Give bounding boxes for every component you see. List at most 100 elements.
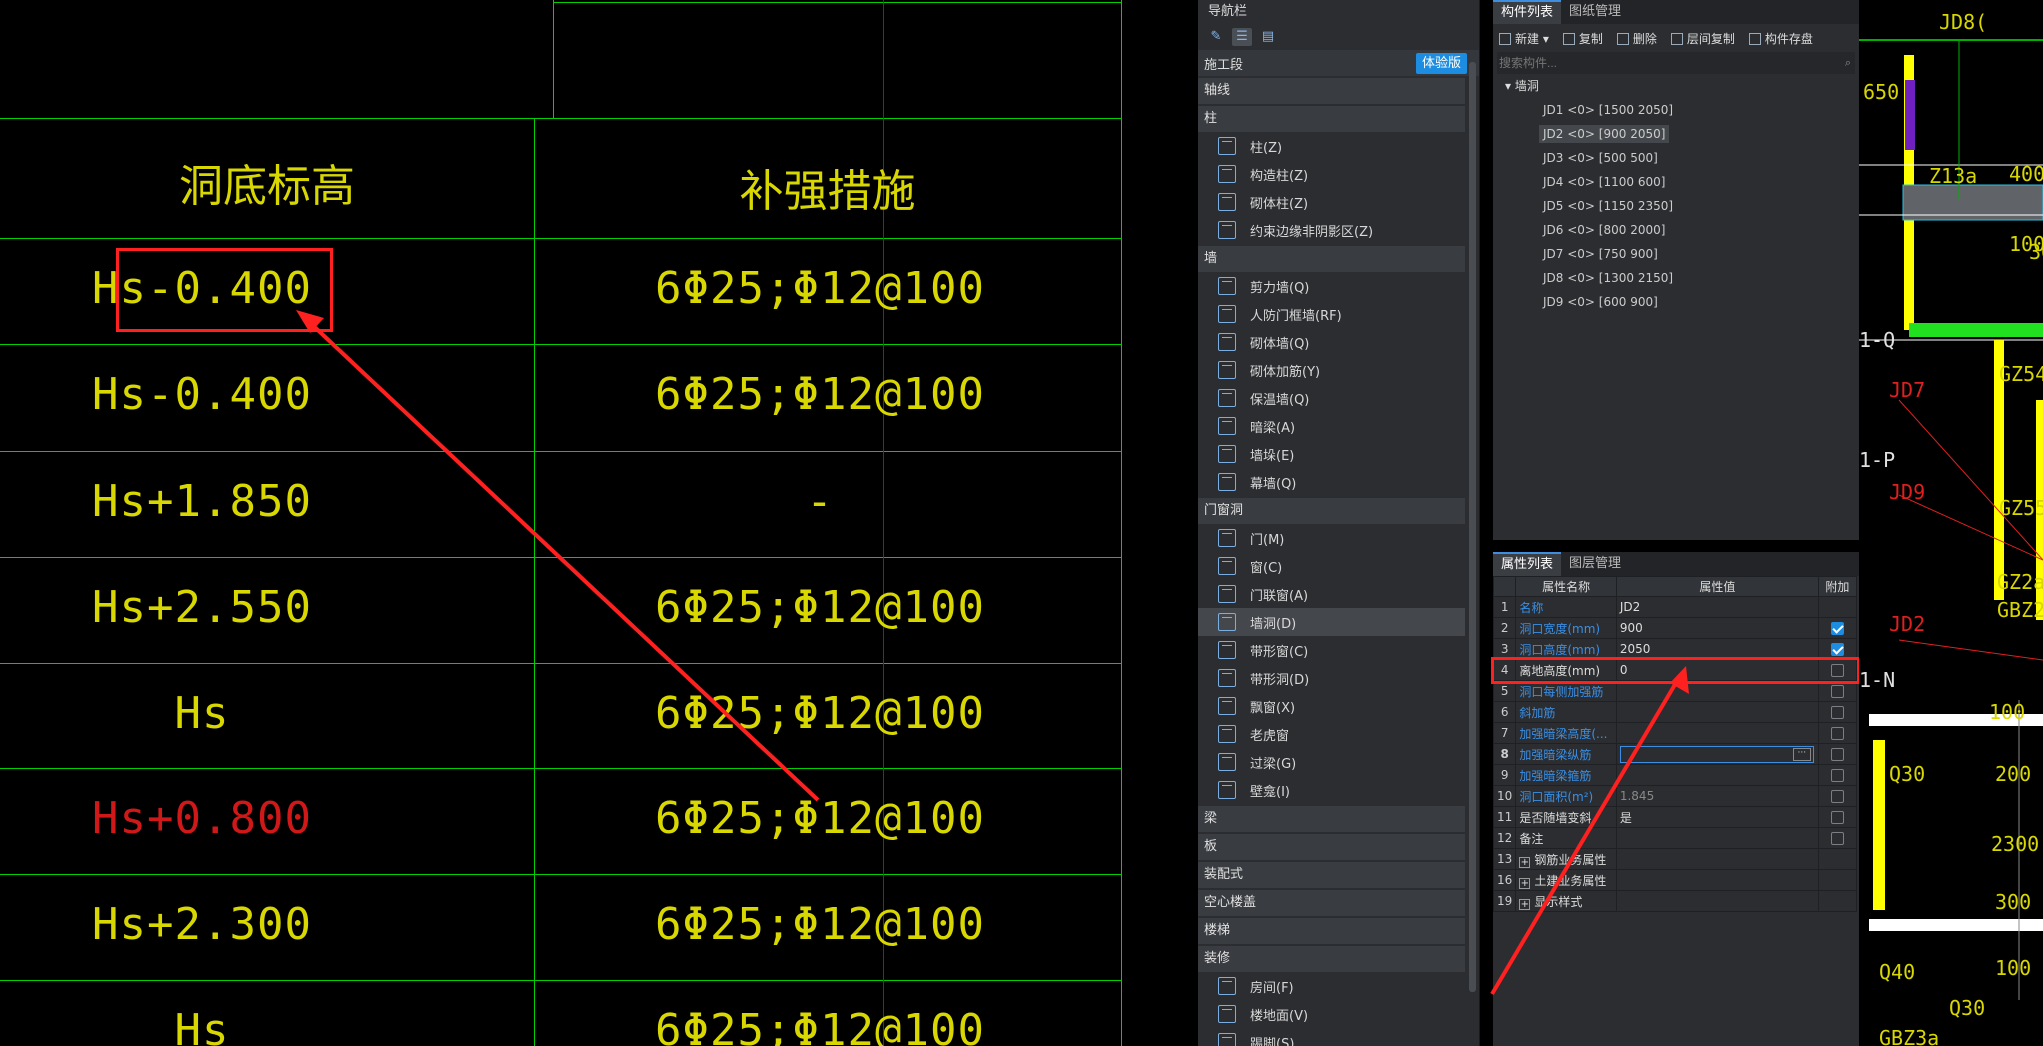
property-row[interactable]: 8 加强暗梁纵筋 ···: [1492, 743, 1858, 765]
component-item[interactable]: JD4 <0> [1100 600]: [1493, 170, 1859, 194]
component-item[interactable]: JD8 <0> [1300 2150]: [1493, 266, 1859, 290]
property-row[interactable]: 19 + 显示样式: [1492, 890, 1858, 912]
nav-item[interactable]: 老虎窗: [1198, 720, 1465, 748]
nav-item[interactable]: 房间(F): [1198, 972, 1465, 1000]
nav-category[interactable]: 板: [1198, 834, 1465, 860]
property-value[interactable]: [1615, 722, 1819, 744]
property-row[interactable]: 9 加强暗梁箍筋: [1492, 764, 1858, 786]
property-value[interactable]: 2050: [1615, 638, 1819, 660]
nav-item[interactable]: 窗(C): [1198, 552, 1465, 580]
nav-category[interactable]: 楼梯: [1198, 918, 1465, 944]
copy-button[interactable]: 复制: [1562, 30, 1603, 47]
nav-item[interactable]: 暗梁(A): [1198, 412, 1465, 440]
property-row[interactable]: 1 名称 JD2: [1492, 596, 1858, 618]
nav-item[interactable]: 幕墙(Q): [1198, 468, 1465, 496]
property-row[interactable]: 12 备注: [1492, 827, 1858, 849]
component-item[interactable]: JD1 <0> [1500 2050]: [1493, 98, 1859, 122]
tab-property-list[interactable]: 属性列表: [1493, 552, 1562, 576]
more-icon[interactable]: ···: [1792, 747, 1811, 761]
nav-item[interactable]: 砌体柱(Z): [1198, 188, 1465, 216]
extra-checkbox[interactable]: [1830, 790, 1844, 803]
detail-view-icon[interactable]: ▤: [1258, 28, 1278, 46]
nav-category[interactable]: 空心楼盖: [1198, 890, 1465, 916]
nav-item[interactable]: 带形窗(C): [1198, 636, 1465, 664]
nav-item[interactable]: 构造柱(Z): [1198, 160, 1465, 188]
nav-category[interactable]: 墙: [1198, 246, 1465, 272]
nav-category[interactable]: 门窗洞: [1198, 498, 1465, 524]
component-item[interactable]: JD2 <0> [900 2050]: [1493, 122, 1859, 146]
property-value[interactable]: [1615, 827, 1819, 849]
property-value[interactable]: [1615, 680, 1819, 702]
expand-icon[interactable]: +: [1519, 856, 1531, 868]
property-value[interactable]: 0: [1615, 659, 1819, 681]
cad-plan-view[interactable]: JD8(650 Z13a 400 100 30 1-Q JD7 GZ54 1-P JD9 GZ55 G…: [1859, 0, 2043, 1046]
tree-root-wall-opening[interactable]: ▾ 墙洞: [1493, 74, 1859, 98]
property-value-editor[interactable]: ···: [1619, 745, 1814, 763]
property-value[interactable]: 1.845: [1615, 785, 1819, 807]
delete-button[interactable]: 删除: [1616, 30, 1657, 47]
nav-scrollbar[interactable]: [1469, 62, 1476, 992]
nav-item[interactable]: 壁龛(I): [1198, 776, 1465, 804]
extra-checkbox[interactable]: [1830, 622, 1844, 635]
extra-checkbox[interactable]: [1830, 706, 1844, 719]
nav-category[interactable]: 轴线: [1198, 78, 1465, 104]
nav-item[interactable]: 保温墙(Q): [1198, 384, 1465, 412]
nav-category[interactable]: 装配式: [1198, 862, 1465, 888]
save-component-button[interactable]: 构件存盘: [1748, 30, 1813, 47]
property-row[interactable]: 6 斜加筋: [1492, 701, 1858, 723]
property-row[interactable]: 3 洞口高度(mm) 2050: [1492, 638, 1858, 660]
property-row[interactable]: 10 洞口面积(m²) 1.845: [1492, 785, 1858, 807]
component-item[interactable]: JD6 <0> [800 2000]: [1493, 218, 1859, 242]
extra-checkbox[interactable]: [1830, 685, 1844, 698]
list-view-icon[interactable]: ☰: [1232, 28, 1252, 46]
nav-item[interactable]: 踢脚(S): [1198, 1028, 1465, 1046]
new-button[interactable]: 新建 ▾: [1499, 30, 1549, 47]
nav-item[interactable]: 飘窗(X): [1198, 692, 1465, 720]
property-value[interactable]: [1615, 848, 1819, 870]
nav-item[interactable]: 门(M): [1198, 524, 1465, 552]
property-value[interactable]: [1615, 764, 1819, 786]
property-value[interactable]: [1615, 701, 1819, 723]
floor-copy-button[interactable]: 层间复制: [1670, 30, 1735, 47]
nav-item[interactable]: 柱(Z): [1198, 132, 1465, 160]
nav-item[interactable]: 过梁(G): [1198, 748, 1465, 776]
component-item[interactable]: JD9 <0> [600 900]: [1493, 290, 1859, 314]
extra-checkbox[interactable]: [1830, 748, 1844, 761]
nav-category[interactable]: 梁: [1198, 806, 1465, 832]
property-row[interactable]: 5 洞口每侧加强筋: [1492, 680, 1858, 702]
nav-item[interactable]: 门联窗(A): [1198, 580, 1465, 608]
property-value[interactable]: 900: [1615, 617, 1819, 639]
property-value[interactable]: [1615, 890, 1819, 912]
nav-item[interactable]: 带形洞(D): [1198, 664, 1465, 692]
property-value[interactable]: 是: [1615, 806, 1819, 828]
nav-item[interactable]: 砌体加筋(Y): [1198, 356, 1465, 384]
nav-category[interactable]: 装修: [1198, 946, 1465, 972]
nav-item[interactable]: 约束边缘非阴影区(Z): [1198, 216, 1465, 244]
extra-checkbox[interactable]: [1830, 769, 1844, 782]
tab-layer-management[interactable]: 图层管理: [1561, 552, 1629, 576]
property-row[interactable]: 11 是否随墙变斜 是: [1492, 806, 1858, 828]
nav-item[interactable]: 墙洞(D): [1198, 608, 1465, 636]
property-value[interactable]: ···: [1615, 743, 1819, 765]
property-row[interactable]: 4 离地高度(mm) 0: [1490, 656, 1860, 684]
nav-item[interactable]: 楼地面(V): [1198, 1000, 1465, 1028]
extra-checkbox[interactable]: [1830, 664, 1844, 677]
construction-stage-row[interactable]: 施工段 体验版: [1198, 50, 1479, 76]
expand-icon[interactable]: +: [1519, 877, 1531, 889]
property-row[interactable]: 16 + 土建业务属性: [1492, 869, 1858, 891]
property-row[interactable]: 2 洞口宽度(mm) 900: [1492, 617, 1858, 639]
pin-icon[interactable]: ✎: [1206, 28, 1226, 46]
tab-drawing-management[interactable]: 图纸管理: [1561, 0, 1629, 24]
extra-checkbox[interactable]: [1830, 643, 1844, 656]
extra-checkbox[interactable]: [1830, 811, 1844, 824]
component-item[interactable]: JD5 <0> [1150 2350]: [1493, 194, 1859, 218]
property-value[interactable]: JD2: [1615, 596, 1819, 618]
component-search-input[interactable]: [1499, 56, 1819, 70]
nav-item[interactable]: 人防门框墙(RF): [1198, 300, 1465, 328]
nav-item[interactable]: 墙垛(E): [1198, 440, 1465, 468]
extra-checkbox[interactable]: [1830, 832, 1844, 845]
cad-drawing-table[interactable]: 洞底标高 补强措施 Hs-0.400 6Φ25;Φ12@100 Hs-0.400 6Φ25…: [0, 0, 1198, 1046]
property-row[interactable]: 13 + 钢筋业务属性: [1492, 848, 1858, 870]
trial-badge[interactable]: 体验版: [1415, 53, 1467, 74]
nav-item[interactable]: 剪力墙(Q): [1198, 272, 1465, 300]
